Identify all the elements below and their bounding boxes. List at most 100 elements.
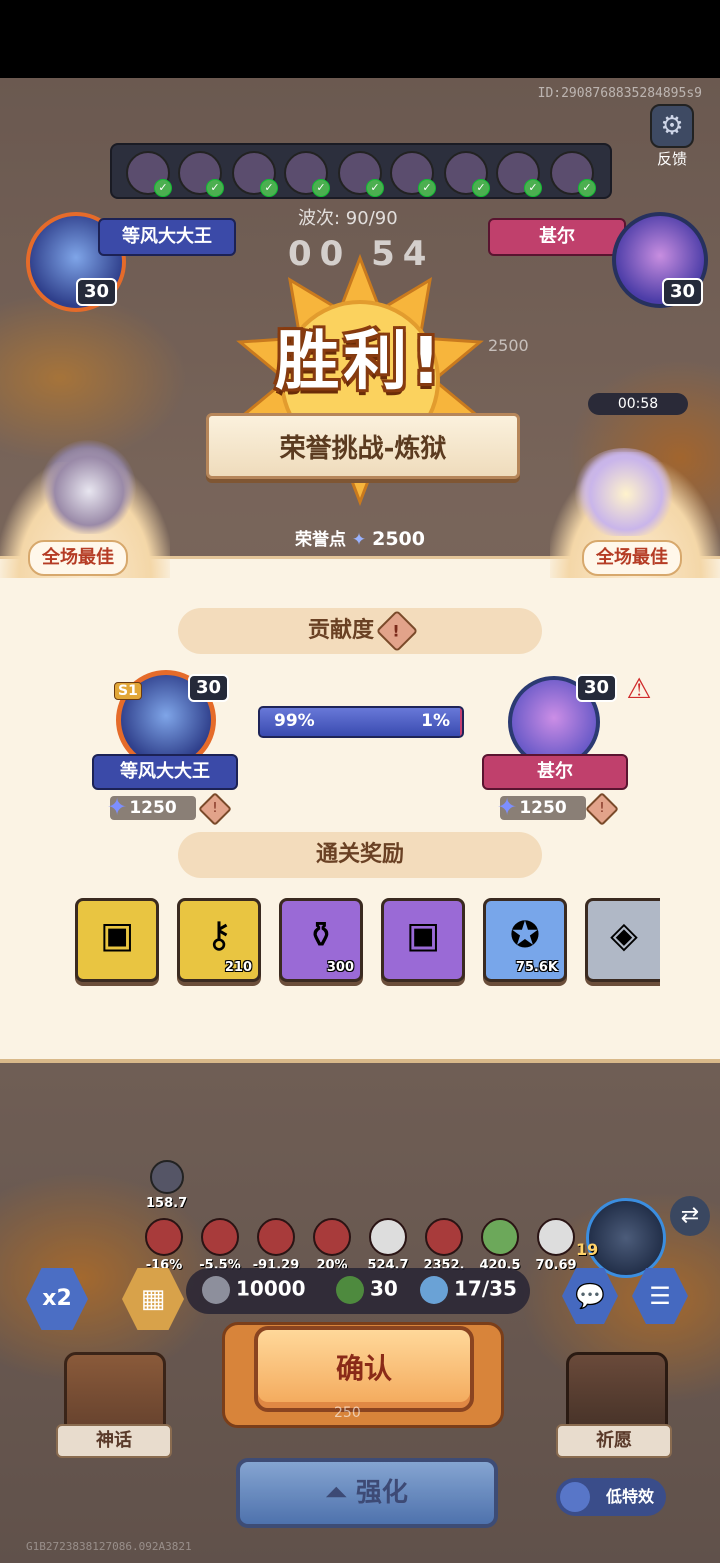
reward-item[interactable]: ◈ bbox=[585, 898, 660, 982]
reward-item[interactable]: ▣ bbox=[381, 898, 465, 982]
stat-icon bbox=[537, 1218, 575, 1256]
upgrade-label: 强化 bbox=[355, 1478, 408, 1508]
hero-slot: ✓ bbox=[284, 151, 330, 197]
low-effects-toggle[interactable]: 低特效 bbox=[556, 1478, 666, 1516]
confirm-button[interactable]: 确认 bbox=[254, 1326, 474, 1412]
hero-slot: ✓ bbox=[390, 151, 436, 197]
mode-ribbon: 荣誉挑战-炼狱 bbox=[206, 413, 520, 479]
reward-item[interactable]: ✪ 75.6K bbox=[483, 898, 567, 982]
unit-icon bbox=[420, 1276, 448, 1304]
check-icon: ✓ bbox=[206, 179, 224, 197]
feedback-button[interactable]: ⚙ 反馈 bbox=[648, 104, 696, 168]
mode-title: 荣誉挑战-炼狱 bbox=[279, 434, 447, 464]
stat-icon bbox=[313, 1218, 351, 1256]
check-icon: ✓ bbox=[154, 179, 172, 197]
star-icon: ✦ bbox=[496, 793, 518, 821]
check-icon: ✓ bbox=[418, 179, 436, 197]
hero-slot: ✓ bbox=[496, 151, 542, 197]
upgrade-arrow-icon: ⏶ bbox=[326, 1478, 356, 1508]
silver-resource: 10000 bbox=[202, 1276, 306, 1304]
mvp-right-hero-figure bbox=[576, 452, 676, 536]
gear-icon: ⚙ bbox=[650, 104, 694, 148]
wish-label[interactable]: 祈愿 bbox=[556, 1424, 672, 1458]
hero-slot: ✓ bbox=[444, 151, 490, 197]
silver-coin-icon bbox=[202, 1276, 230, 1304]
hero-stats-row: 158.7 -16% -5.5% -91.29 20% 524.7 2352. … bbox=[140, 1160, 580, 1273]
hero-slot: ✓ bbox=[232, 151, 278, 197]
chest-icon: ▣ bbox=[99, 915, 134, 956]
stat-icon bbox=[149, 1160, 184, 1194]
rewards-header: 通关奖励 bbox=[178, 832, 542, 878]
reward-item[interactable]: ⚷ 210 bbox=[177, 898, 261, 982]
rewards-title: 通关奖励 bbox=[315, 842, 404, 867]
contribution-player1-name: 等风大大王 bbox=[92, 754, 238, 790]
player2-level-badge: 30 bbox=[662, 278, 704, 306]
swap-icon[interactable]: ⇄ bbox=[670, 1196, 710, 1236]
warning-icon[interactable]: ⚠ bbox=[622, 674, 656, 704]
hero-slot: ✓ bbox=[338, 151, 384, 197]
contribution-player2-level: 30 bbox=[576, 674, 618, 702]
contribution-player2-name: 甚尔 bbox=[482, 754, 628, 790]
silver-emblem-icon: ◈ bbox=[610, 915, 638, 956]
stat-icon bbox=[201, 1218, 239, 1256]
hero-slot: ✓ bbox=[126, 151, 172, 197]
chat-icon: 💬 bbox=[575, 1282, 605, 1310]
stat-item: -5.5% bbox=[196, 1218, 244, 1273]
gold-coin-icon: ✪ bbox=[509, 915, 541, 956]
unit-count: 17/35 bbox=[420, 1276, 517, 1304]
check-icon: ✓ bbox=[472, 179, 490, 197]
stat-item: 70.69 bbox=[532, 1218, 580, 1273]
honor-points-row: 荣誉点 ✦ 2500 bbox=[0, 525, 720, 550]
stat-icon bbox=[425, 1218, 463, 1256]
reward-item[interactable]: ⚱ 300 bbox=[279, 898, 363, 982]
reward-item[interactable]: ▣ bbox=[75, 898, 159, 982]
resource-bar: 10000 30 17/35 bbox=[186, 1268, 530, 1314]
star-icon: ✦ bbox=[106, 793, 128, 821]
reward-qty: 300 bbox=[326, 960, 354, 975]
contribution-header: 贡献度! bbox=[178, 608, 542, 654]
effects-icon bbox=[560, 1482, 590, 1512]
user-id-label: ID:2908768835284895s9 bbox=[537, 86, 702, 101]
season-badge: S1 bbox=[114, 682, 142, 700]
stat-icon bbox=[369, 1218, 407, 1256]
myth-label[interactable]: 神话 bbox=[56, 1424, 172, 1458]
key-icon: ⚷ bbox=[205, 915, 233, 956]
reward-qty: 210 bbox=[224, 960, 252, 975]
check-icon: ✓ bbox=[578, 179, 596, 197]
mvp-left-hero-figure bbox=[44, 448, 134, 534]
stat-icon bbox=[257, 1218, 295, 1256]
hero-slot: ✓ bbox=[178, 151, 224, 197]
stat-icon bbox=[145, 1218, 183, 1256]
clover-icon bbox=[336, 1276, 364, 1304]
victory-title: 胜利! bbox=[275, 325, 445, 399]
hero-level: 19 bbox=[576, 1240, 599, 1259]
clover-resource: 30 bbox=[336, 1276, 398, 1304]
contribution-p2-percent: 1% bbox=[421, 711, 450, 731]
hero-lineup-strip: ✓ ✓ ✓ ✓ ✓ ✓ ✓ ✓ ✓ bbox=[110, 143, 612, 199]
player1-level-badge: 30 bbox=[76, 278, 118, 306]
contribution-title: 贡献度 bbox=[307, 618, 374, 643]
build-id: G1B2723838127086.092A3821 bbox=[26, 1540, 192, 1553]
hero-slot: ✓ bbox=[550, 151, 596, 197]
player1-name-plate: 等风大大王 bbox=[98, 218, 236, 256]
player2-name-plate: 甚尔 bbox=[488, 218, 626, 256]
info-icon[interactable]: ! bbox=[375, 609, 419, 653]
honor-points-label: 荣誉点 bbox=[295, 530, 346, 550]
check-icon: ✓ bbox=[366, 179, 384, 197]
purple-chest-icon: ▣ bbox=[405, 915, 440, 956]
hero-portrait[interactable] bbox=[586, 1198, 666, 1278]
upgrade-button[interactable]: ⏶ 强化 bbox=[236, 1458, 498, 1528]
summon-cost: 250 bbox=[334, 1405, 361, 1421]
contribution-p1-percent: 99% bbox=[274, 711, 315, 731]
check-icon: ✓ bbox=[260, 179, 278, 197]
stat-item: 420.5 bbox=[476, 1218, 524, 1273]
contribution-bar: 99% 1% bbox=[258, 706, 464, 738]
stat-item: 524.7 bbox=[364, 1218, 412, 1273]
feedback-label: 反馈 bbox=[656, 150, 687, 168]
stat-icon bbox=[481, 1218, 519, 1256]
potion-icon: ⚱ bbox=[305, 915, 337, 956]
wave-counter: 波次: 90/90 bbox=[298, 208, 398, 229]
low-effects-label: 低特效 bbox=[605, 1487, 654, 1506]
stat-item: 158.7 bbox=[146, 1160, 187, 1211]
contribution-bar-p2-segment bbox=[459, 708, 462, 736]
